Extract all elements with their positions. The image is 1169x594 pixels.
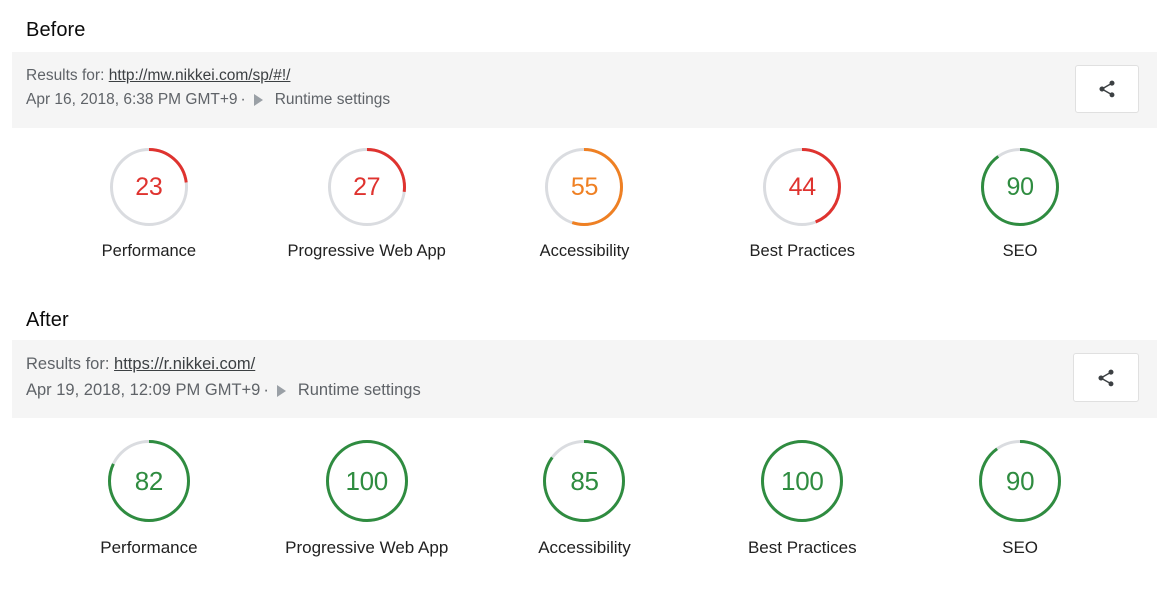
gauge-category-label: Performance: [101, 242, 197, 260]
gauge-score-value: 44: [788, 172, 817, 201]
gauge-cell: 27 Progressive Web App: [258, 148, 476, 261]
score-gauge-ring[interactable]: 44: [763, 148, 842, 226]
runtime-settings-toggle[interactable]: Runtime settings: [275, 89, 390, 111]
gauge-category-label: SEO: [1002, 242, 1038, 260]
score-gauges-row: 82 Performance 100 Progressive Web App 85 Acc…: [12, 440, 1157, 558]
share-icon: [1096, 368, 1116, 388]
report-url-link[interactable]: http://mw.nikkei.com/sp/#!/: [109, 67, 291, 84]
score-gauge-ring[interactable]: 55: [545, 148, 624, 226]
score-gauge-ring[interactable]: 90: [979, 440, 1062, 522]
gauge-category-label: Progressive Web App: [285, 538, 449, 557]
gauge-score-value: 100: [781, 465, 824, 496]
report-timestamp: Apr 19, 2018, 12:09 PM GMT+9: [26, 381, 261, 399]
score-gauges-row: 23 Performance 27 Progressive Web App 55 Acce…: [12, 148, 1157, 261]
results-for-line: Results for: http://mw.nikkei.com/sp/#!/: [26, 65, 390, 87]
gauge-cell: 85 Accessibility: [476, 440, 694, 558]
gauge-score-value: 85: [570, 465, 599, 496]
report-meta: Results for: https://r.nikkei.com/ Apr 1…: [26, 353, 421, 402]
section-heading-before: Before: [26, 19, 86, 41]
gauge-cell: 100 Best Practices: [693, 440, 911, 558]
gauge-category-label: Accessibility: [539, 242, 630, 260]
runtime-settings-toggle[interactable]: Runtime settings: [298, 379, 421, 402]
gauge-cell: 82 Performance: [40, 440, 258, 558]
lighthouse-report-before: Results for: http://mw.nikkei.com/sp/#!/…: [12, 52, 1157, 261]
score-gauge-ring[interactable]: 23: [109, 148, 188, 226]
gauge-score-value: 90: [1006, 172, 1034, 201]
gauge-category-label: Accessibility: [538, 538, 631, 557]
section-heading-after: After: [26, 309, 69, 331]
share-button[interactable]: [1073, 353, 1139, 402]
gauge-score-value: 23: [135, 172, 163, 201]
score-gauge-ring[interactable]: 85: [543, 440, 626, 522]
gauge-category-label: Best Practices: [747, 538, 857, 557]
gauge-category-label: Performance: [100, 538, 198, 557]
gauge-score-value: 82: [134, 465, 164, 496]
play-triangle-icon[interactable]: [253, 94, 263, 106]
share-icon: [1097, 79, 1117, 99]
gauge-category-label: SEO: [1002, 538, 1039, 557]
gauge-cell: 100 Progressive Web App: [258, 440, 476, 558]
gauge-cell: 55 Accessibility: [476, 148, 694, 261]
report-url-link[interactable]: https://r.nikkei.com/: [114, 355, 255, 373]
report-meta: Results for: http://mw.nikkei.com/sp/#!/…: [26, 65, 390, 111]
gauge-score-value: 55: [570, 172, 599, 201]
lighthouse-report-after: Results for: https://r.nikkei.com/ Apr 1…: [12, 340, 1157, 558]
separator-dot: ·: [240, 91, 246, 108]
gauge-score-value: 27: [353, 172, 381, 201]
play-triangle-icon[interactable]: [276, 384, 286, 397]
gauge-score-value: 100: [345, 465, 388, 496]
score-gauge-ring[interactable]: 27: [327, 148, 406, 226]
score-gauge-ring[interactable]: 90: [981, 148, 1060, 226]
report-header: Results for: http://mw.nikkei.com/sp/#!/…: [12, 52, 1157, 128]
gauge-cell: 90 SEO: [911, 440, 1129, 558]
timestamp-line: Apr 16, 2018, 6:38 PM GMT+9 · Runtime se…: [26, 89, 390, 111]
timestamp-line: Apr 19, 2018, 12:09 PM GMT+9 · Runtime s…: [26, 379, 421, 402]
gauge-score-value: 90: [1005, 465, 1035, 496]
report-header: Results for: https://r.nikkei.com/ Apr 1…: [12, 340, 1157, 418]
report-timestamp: Apr 16, 2018, 6:38 PM GMT+9: [26, 91, 238, 108]
gauge-category-label: Best Practices: [749, 242, 856, 260]
gauge-category-label: Progressive Web App: [287, 242, 446, 260]
results-for-label: Results for:: [26, 355, 110, 373]
score-gauge-ring[interactable]: 100: [761, 440, 844, 522]
separator-dot: ·: [263, 381, 269, 399]
results-for-label: Results for:: [26, 67, 105, 84]
score-gauge-ring[interactable]: 100: [325, 440, 408, 522]
share-button[interactable]: [1075, 65, 1139, 113]
results-for-line: Results for: https://r.nikkei.com/: [26, 353, 421, 376]
gauge-cell: 44 Best Practices: [693, 148, 911, 261]
gauge-cell: 23 Performance: [40, 148, 258, 261]
score-gauge-ring[interactable]: 82: [107, 440, 190, 522]
gauge-cell: 90 SEO: [911, 148, 1129, 261]
